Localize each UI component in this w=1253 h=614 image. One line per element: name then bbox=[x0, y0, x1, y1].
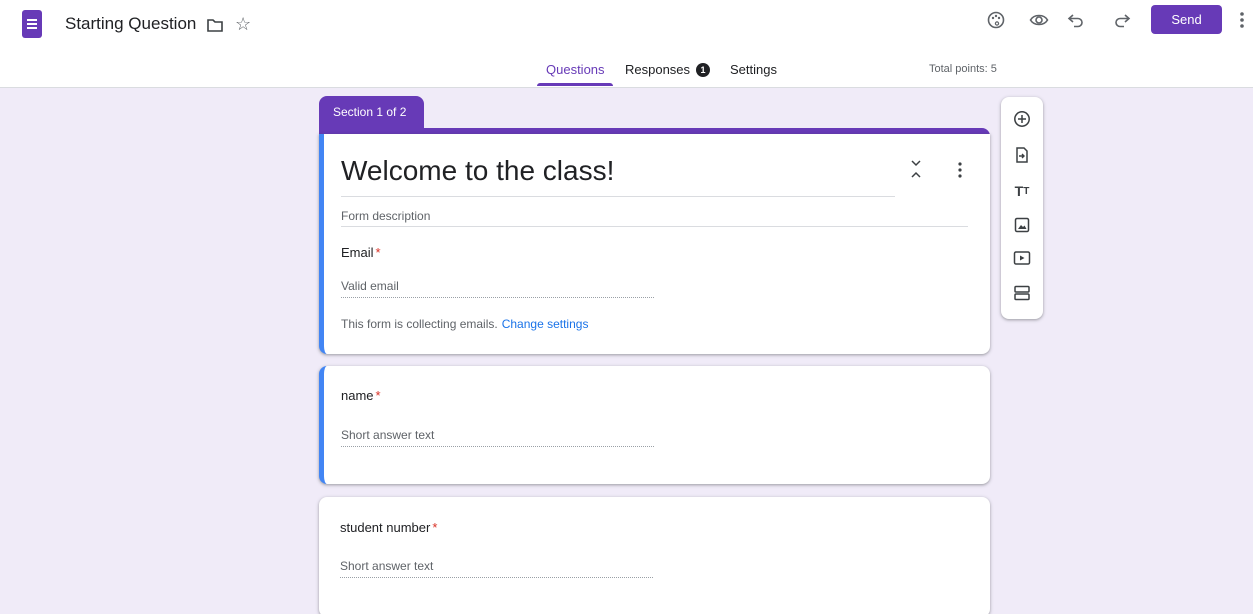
responses-count-badge: 1 bbox=[696, 63, 711, 77]
change-settings-link[interactable]: Change settings bbox=[502, 317, 589, 331]
email-input-underline bbox=[341, 297, 654, 298]
question-title-text: name bbox=[341, 388, 374, 403]
send-button[interactable]: Send bbox=[1151, 5, 1222, 34]
add-question-icon[interactable] bbox=[1012, 109, 1032, 129]
question-card-student-number[interactable]: student number * Short answer text bbox=[319, 497, 990, 614]
add-image-icon[interactable] bbox=[1012, 215, 1032, 235]
email-input[interactable]: Valid email bbox=[341, 279, 399, 293]
tab-responses-label: Responses bbox=[625, 62, 691, 77]
short-answer-underline bbox=[341, 446, 654, 447]
top-bar: Starting Question ☆ Send Questions Respo… bbox=[0, 0, 1253, 88]
required-mark: * bbox=[432, 520, 438, 535]
total-points: Total points: 5 bbox=[929, 63, 997, 75]
add-section-icon[interactable] bbox=[1012, 283, 1032, 303]
question-title-text: student number bbox=[340, 520, 431, 535]
section-more-icon[interactable] bbox=[954, 160, 966, 180]
star-icon[interactable]: ☆ bbox=[235, 14, 251, 34]
short-answer-underline bbox=[340, 577, 653, 578]
tab-bar: Questions Responses 1 Settings bbox=[0, 54, 1253, 88]
form-description[interactable]: Form description bbox=[341, 209, 430, 223]
more-vert-icon[interactable] bbox=[1236, 8, 1248, 32]
description-underline bbox=[341, 226, 968, 227]
add-title-icon[interactable]: TT bbox=[1012, 181, 1032, 201]
form-title[interactable]: Welcome to the class! bbox=[341, 155, 614, 187]
undo-icon[interactable] bbox=[1064, 8, 1088, 32]
preview-eye-icon[interactable] bbox=[1027, 8, 1051, 32]
question-card-name[interactable]: name * Short answer text bbox=[319, 366, 990, 484]
question-title: student number * bbox=[340, 520, 437, 535]
tab-responses[interactable]: Responses 1 bbox=[625, 62, 711, 88]
collecting-emails-note: This form is collecting emails. Change se… bbox=[341, 317, 588, 331]
active-tab-indicator bbox=[537, 83, 613, 86]
collapse-section-icon[interactable] bbox=[908, 158, 924, 180]
required-mark: * bbox=[375, 245, 381, 260]
title-underline bbox=[341, 196, 895, 197]
document-title[interactable]: Starting Question bbox=[65, 14, 196, 34]
short-answer-input[interactable]: Short answer text bbox=[340, 559, 433, 573]
tab-settings[interactable]: Settings bbox=[730, 62, 777, 88]
short-answer-input[interactable]: Short answer text bbox=[341, 428, 434, 442]
floating-toolbar: TT bbox=[1001, 97, 1043, 319]
required-mark: * bbox=[375, 388, 381, 403]
forms-logo-icon[interactable] bbox=[22, 10, 42, 38]
collecting-emails-text: This form is collecting emails. bbox=[341, 317, 498, 331]
question-title: name * bbox=[341, 388, 381, 403]
form-header-card[interactable]: Welcome to the class! Form description E… bbox=[319, 134, 990, 354]
redo-icon[interactable] bbox=[1110, 8, 1134, 32]
email-label: Email * bbox=[341, 245, 381, 260]
palette-icon[interactable] bbox=[984, 8, 1008, 32]
email-label-text: Email bbox=[341, 245, 374, 260]
folder-icon[interactable] bbox=[206, 16, 224, 34]
section-label: Section 1 of 2 bbox=[319, 96, 424, 130]
add-video-icon[interactable] bbox=[1012, 248, 1032, 268]
import-questions-icon[interactable] bbox=[1012, 145, 1032, 165]
